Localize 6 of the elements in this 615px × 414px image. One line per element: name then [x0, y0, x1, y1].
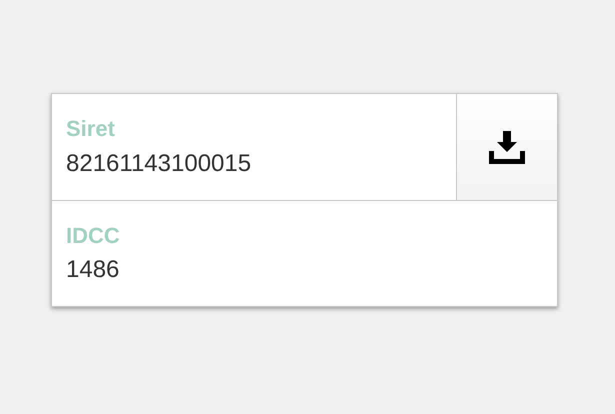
- download-icon: [488, 129, 526, 165]
- field-value: 82161143100015: [66, 148, 252, 179]
- download-button[interactable]: [456, 94, 557, 200]
- field-value: 1486: [66, 255, 120, 286]
- field-label: IDCC: [66, 222, 121, 250]
- field-label: Siret: [66, 115, 116, 143]
